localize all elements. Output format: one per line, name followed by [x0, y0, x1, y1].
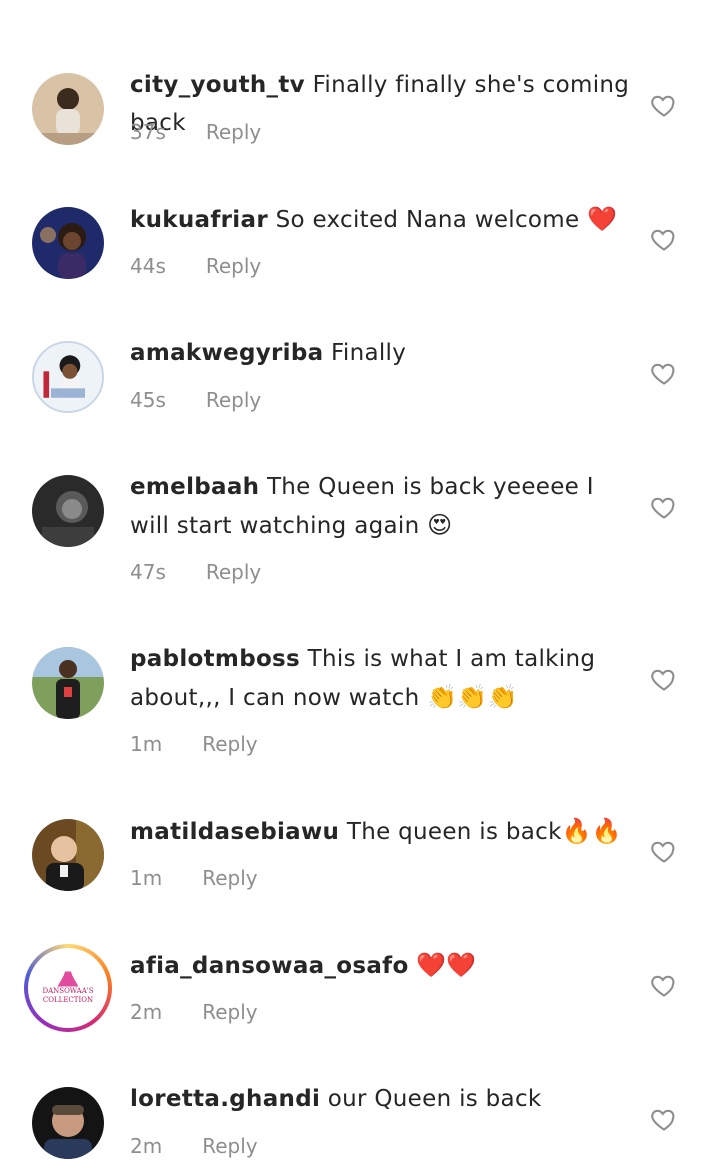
reply-button[interactable]: Reply	[202, 1000, 257, 1024]
comment-emoji: 🔥🔥	[561, 817, 623, 845]
avatar-story-ring[interactable]: DANSOWAA'S COLLECTION	[24, 944, 112, 1032]
comment-body: Finally	[331, 340, 407, 366]
dress-icon	[57, 971, 79, 987]
comment-meta: 2m Reply	[130, 1134, 258, 1158]
comment-text: pablotmboss This is what I am talking ab…	[130, 640, 630, 717]
like-heart-icon[interactable]	[650, 493, 678, 521]
reply-button[interactable]: Reply	[206, 560, 261, 584]
reply-button[interactable]: Reply	[206, 120, 261, 144]
comment-body: our Queen is back	[327, 1086, 542, 1112]
avatar-logo-text: DANSOWAA'S COLLECTION	[42, 987, 94, 1004]
like-heart-icon[interactable]	[650, 1105, 678, 1133]
comment-text: kukuafriar So excited Nana welcome ❤️	[130, 200, 630, 239]
comment-username[interactable]: amakwegyriba	[130, 340, 323, 366]
like-heart-icon[interactable]	[650, 971, 678, 999]
comment-time: 2m	[130, 1134, 163, 1158]
comment-emoji: ❤️❤️	[416, 951, 477, 979]
comment-body: The queen is back	[346, 819, 562, 845]
like-heart-icon[interactable]	[650, 225, 678, 253]
comment-time: 1m	[130, 732, 163, 756]
comment-username[interactable]: kukuafriar	[130, 207, 268, 233]
comment-text: matildasebiawu The queen is back🔥🔥	[130, 812, 630, 851]
comment-time: 2m	[130, 1000, 163, 1024]
comment-username[interactable]: pablotmboss	[130, 646, 300, 672]
comment-meta: 37s Reply	[130, 120, 261, 144]
comment-username[interactable]: afia_dansowaa_osafo	[130, 953, 409, 979]
avatar[interactable]	[32, 341, 104, 413]
comment-username[interactable]: city_youth_tv	[130, 72, 305, 98]
reply-button[interactable]: Reply	[202, 866, 257, 890]
like-heart-icon[interactable]	[650, 91, 678, 119]
avatar[interactable]	[32, 475, 104, 547]
comment-meta: 1m Reply	[130, 732, 258, 756]
comment-time: 37s	[130, 120, 166, 144]
comment-meta: 2m Reply	[130, 1000, 258, 1024]
reply-button[interactable]: Reply	[202, 1134, 257, 1158]
avatar[interactable]	[32, 647, 104, 719]
comment-emoji: 👏👏👏	[427, 683, 518, 711]
reply-button[interactable]: Reply	[202, 732, 257, 756]
comment-emoji: 😍	[427, 511, 453, 539]
comment-time: 1m	[130, 866, 163, 890]
like-heart-icon[interactable]	[650, 359, 678, 387]
comment-meta: 47s Reply	[130, 560, 261, 584]
comment-time: 45s	[130, 388, 166, 412]
comment-text: amakwegyriba Finally	[130, 334, 630, 372]
reply-button[interactable]: Reply	[206, 254, 261, 278]
like-heart-icon[interactable]	[650, 837, 678, 865]
comment-text: emelbaah The Queen is back yeeeee I will…	[130, 468, 630, 545]
comments-list: city_youth_tv Finally finally she's comi…	[0, 0, 720, 1174]
comment-time: 47s	[130, 560, 166, 584]
comment-meta: 1m Reply	[130, 866, 258, 890]
avatar[interactable]	[32, 1087, 104, 1159]
comment-emoji: ❤️	[587, 205, 618, 233]
avatar[interactable]	[32, 207, 104, 279]
avatar[interactable]	[32, 819, 104, 891]
comment-body: So excited Nana welcome	[275, 207, 580, 233]
avatar[interactable]	[32, 73, 104, 145]
comment-meta: 45s Reply	[130, 388, 261, 412]
comment-username[interactable]: loretta.ghandi	[130, 1086, 320, 1112]
comment-time: 44s	[130, 254, 166, 278]
comment-meta: 44s Reply	[130, 254, 261, 278]
comment-text: afia_dansowaa_osafo ❤️❤️	[130, 946, 630, 985]
like-heart-icon[interactable]	[650, 665, 678, 693]
comment-username[interactable]: matildasebiawu	[130, 819, 339, 845]
reply-button[interactable]: Reply	[206, 388, 261, 412]
comment-username[interactable]: emelbaah	[130, 474, 259, 500]
avatar: DANSOWAA'S COLLECTION	[28, 948, 108, 1028]
comment-text: loretta.ghandi our Queen is back	[130, 1080, 630, 1118]
